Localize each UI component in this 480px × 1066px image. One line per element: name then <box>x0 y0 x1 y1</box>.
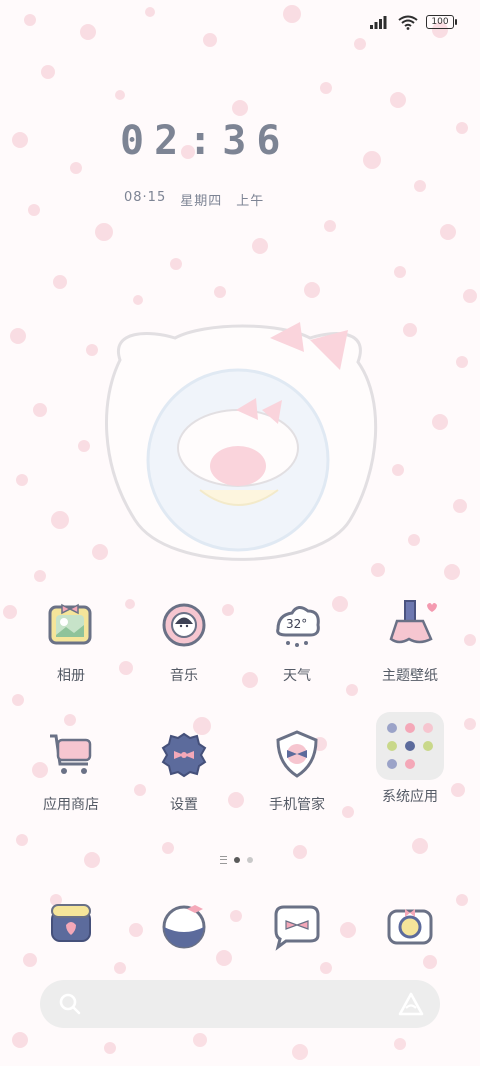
assistant-icon[interactable] <box>398 992 424 1016</box>
clock-time[interactable]: 02:36 <box>120 118 340 164</box>
app-label: 设置 <box>170 797 198 813</box>
app-label: 手机管家 <box>269 797 325 813</box>
search-bar[interactable] <box>40 980 440 1028</box>
photo-album-icon <box>48 603 92 645</box>
phone-manager-icon <box>276 730 318 778</box>
app-phone-manager[interactable]: 手机管家 <box>247 724 347 814</box>
app-theme-wallpaper[interactable]: 主题壁纸 <box>360 595 460 685</box>
folder-system-apps[interactable]: 系统应用 <box>360 710 460 806</box>
status-bar: 100 <box>370 12 457 32</box>
app-label: 天气 <box>283 668 311 684</box>
page-indicator-menu <box>220 856 227 864</box>
signal-icon <box>370 16 387 29</box>
wifi-icon <box>398 15 418 30</box>
date-weekday: 星期四 <box>180 194 223 209</box>
date-period: 上午 <box>236 194 265 209</box>
page-dot <box>247 857 253 863</box>
app-store[interactable]: 应用商店 <box>21 724 121 814</box>
battery-indicator: 100 <box>426 15 457 29</box>
browser-icon[interactable] <box>153 895 215 957</box>
app-weather[interactable]: 32° 天气 <box>247 595 347 685</box>
app-label: 应用商店 <box>43 797 99 813</box>
app-label: 相册 <box>57 668 85 684</box>
weather-icon: 32° <box>276 606 320 647</box>
app-gallery[interactable]: 相册 <box>21 595 121 685</box>
settings-icon <box>161 732 207 778</box>
search-icon <box>59 993 81 1015</box>
messages-icon[interactable] <box>266 895 328 957</box>
page-indicator[interactable] <box>220 856 253 864</box>
app-settings[interactable]: 设置 <box>134 724 234 814</box>
weather-temp: 32° <box>286 617 307 631</box>
date-day: 08·15 <box>124 190 167 205</box>
app-store-icon <box>50 734 92 774</box>
theme-wallpaper-icon <box>389 600 437 644</box>
phone-icon[interactable] <box>40 895 102 957</box>
date-line: 08·15 星期四 上午 <box>124 190 264 209</box>
camera-icon[interactable] <box>379 895 441 957</box>
page-dot-active <box>234 857 240 863</box>
music-icon <box>162 603 206 647</box>
app-label: 系统应用 <box>382 789 438 805</box>
system-apps-folder-icon <box>376 712 444 780</box>
app-music[interactable]: 音乐 <box>134 595 234 685</box>
app-label: 主题壁纸 <box>382 668 438 684</box>
app-label: 音乐 <box>170 668 198 684</box>
